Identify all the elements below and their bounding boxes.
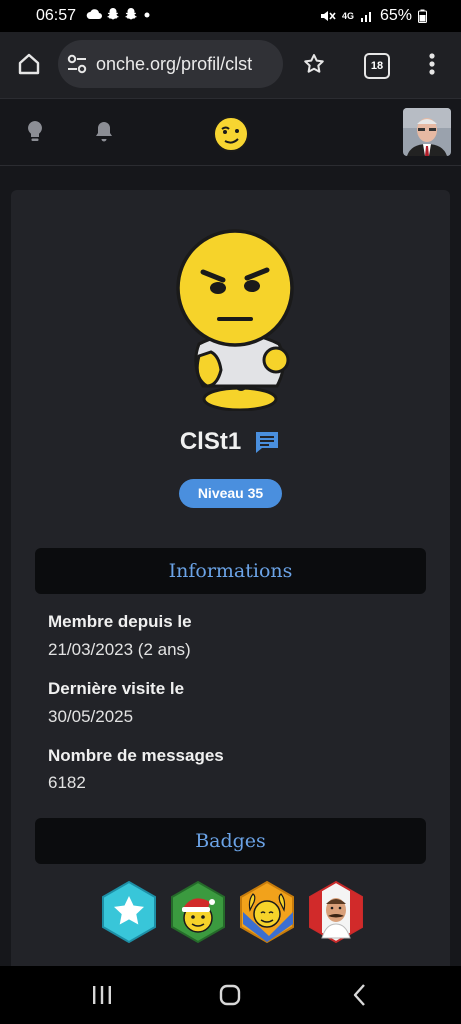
tab-switcher-button[interactable]: 18 bbox=[364, 53, 390, 79]
site-navbar bbox=[0, 98, 461, 166]
user-avatar[interactable] bbox=[403, 108, 451, 156]
raised-hands-smiley-badge[interactable] bbox=[237, 880, 297, 944]
back-icon[interactable] bbox=[347, 982, 373, 1008]
battery-level: 65% bbox=[379, 7, 412, 24]
browser-toolbar: onche.org/profil/clst 18 bbox=[0, 32, 461, 98]
last-visit-value: 30/05/2025 bbox=[48, 707, 134, 726]
chef-portrait-badge[interactable] bbox=[306, 880, 366, 944]
system-navigation-bar bbox=[0, 966, 461, 1024]
bell-icon[interactable] bbox=[92, 119, 116, 145]
status-bar: 06:57 4G 65% bbox=[0, 0, 461, 32]
messages-count-value: 6182 bbox=[48, 773, 86, 792]
profile-avatar-smiley bbox=[176, 229, 294, 411]
snapchat-icon bbox=[107, 8, 119, 20]
last-visit-label: Dernière visite le bbox=[48, 679, 185, 698]
badges-section-title: Badges bbox=[35, 818, 426, 864]
member-since-label: Membre depuis le bbox=[48, 612, 192, 631]
mute-icon bbox=[320, 11, 336, 21]
status-right-icons: 4G 65% bbox=[320, 7, 427, 25]
status-time: 06:57 bbox=[36, 7, 77, 24]
more-menu-icon[interactable] bbox=[418, 50, 446, 78]
badges-list bbox=[99, 880, 366, 944]
member-since-value: 21/03/2023 (2 ans) bbox=[48, 640, 191, 659]
level-badge: Niveau 35 bbox=[179, 479, 282, 508]
site-settings-icon[interactable] bbox=[66, 52, 88, 76]
profile-card: ClSt1 Niveau 35 Informations Membre depu… bbox=[11, 190, 450, 980]
system-home-icon[interactable] bbox=[217, 982, 243, 1008]
send-message-icon[interactable] bbox=[253, 428, 281, 456]
dot-icon bbox=[144, 12, 150, 18]
address-bar[interactable]: onche.org/profil/clst bbox=[58, 40, 283, 88]
signal-icon bbox=[360, 12, 371, 22]
status-left-icons bbox=[86, 7, 152, 21]
username: ClSt1 bbox=[179, 428, 242, 455]
snapchat-icon bbox=[125, 8, 137, 20]
bookmark-star-icon[interactable] bbox=[300, 50, 328, 78]
url-text[interactable]: onche.org/profil/clst bbox=[96, 54, 252, 75]
site-logo-smiley-icon[interactable] bbox=[212, 115, 250, 153]
cloud-icon bbox=[86, 9, 102, 19]
christmas-hat-smiley-badge[interactable] bbox=[168, 880, 228, 944]
4g-icon: 4G bbox=[341, 11, 354, 21]
star-hexagon-badge[interactable] bbox=[99, 880, 159, 944]
informations-section-title: Informations bbox=[35, 548, 426, 594]
tab-count: 18 bbox=[370, 60, 384, 72]
avatar-portrait bbox=[403, 108, 451, 156]
battery-icon bbox=[418, 9, 427, 23]
username-row: ClSt1 bbox=[11, 428, 450, 456]
home-icon[interactable] bbox=[15, 50, 43, 78]
messages-count-label: Nombre de messages bbox=[48, 746, 224, 765]
recent-apps-icon[interactable] bbox=[89, 982, 115, 1008]
lightbulb-icon[interactable] bbox=[23, 119, 47, 145]
